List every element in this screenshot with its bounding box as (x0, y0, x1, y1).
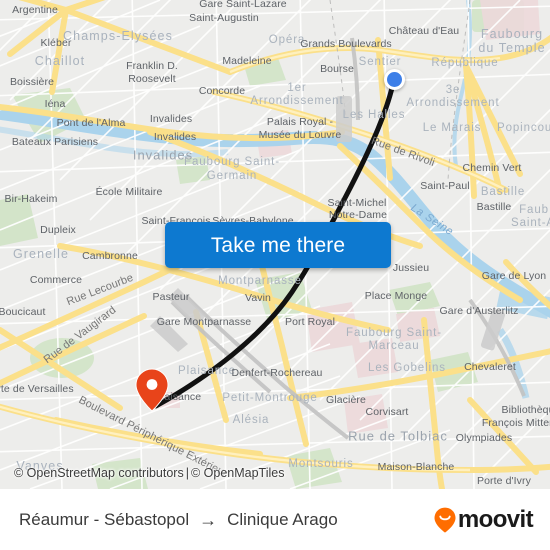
moovit-pin-icon (434, 507, 456, 533)
moovit-map-screen: Argentine Gare Saint-Lazare Saint-Augustin… (0, 0, 550, 550)
footer-bar: Réaumur - Sébastopol → Clinique Arago mo… (0, 489, 550, 550)
osm-attribution-link[interactable]: © OpenStreetMap contributors (14, 466, 184, 480)
destination-marker-pin[interactable] (135, 368, 169, 412)
arrow-right-icon: → (199, 509, 218, 530)
attribution-separator: | (185, 466, 189, 480)
route-destination-label: Clinique Arago (227, 509, 338, 529)
moovit-logo[interactable]: moovit (434, 505, 534, 533)
route-origin-label: Réaumur - Sébastopol (19, 509, 190, 529)
moovit-wordmark: moovit (457, 505, 534, 533)
pin-icon (135, 368, 169, 412)
openmaptiles-attribution-link[interactable]: © OpenMapTiles (191, 466, 285, 480)
origin-marker-dot[interactable] (383, 68, 405, 90)
take-me-there-button[interactable]: Take me there (165, 222, 391, 268)
route-summary: Réaumur - Sébastopol → Clinique Arago (19, 510, 338, 530)
take-me-there-label: Take me there (210, 233, 346, 257)
map-canvas[interactable]: Argentine Gare Saint-Lazare Saint-Augustin… (0, 0, 550, 489)
map-attribution: © OpenStreetMap contributors | © OpenMapTi… (14, 466, 284, 480)
